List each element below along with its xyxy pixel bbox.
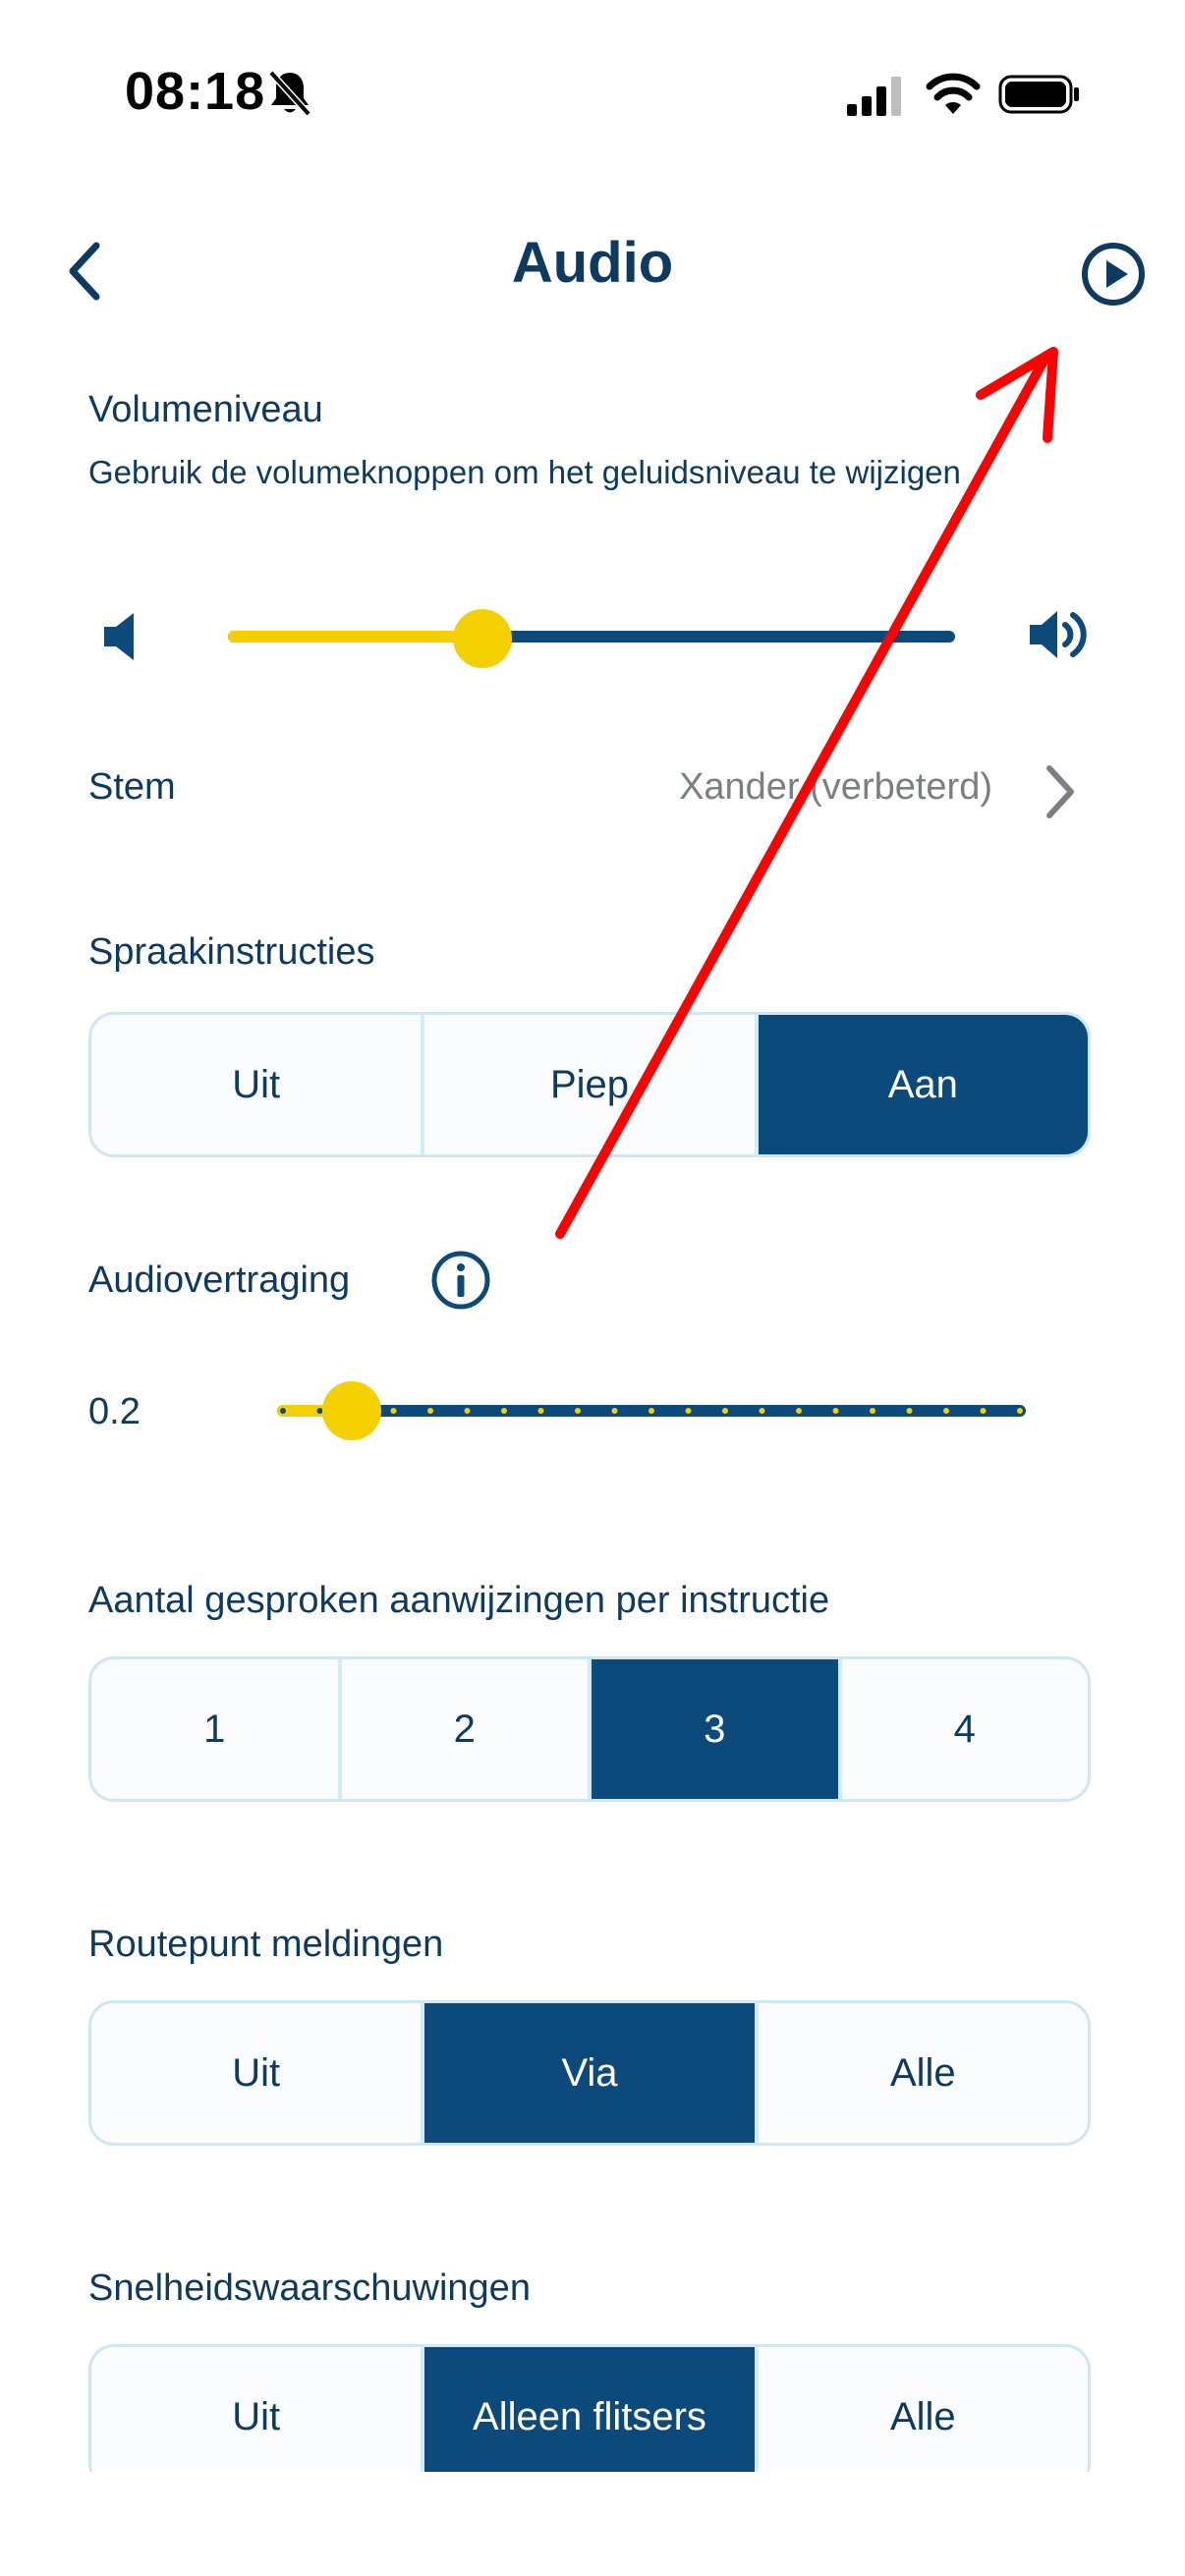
- routepunt-label: Routepunt meldingen: [88, 1924, 444, 1965]
- routepunt-option-3[interactable]: Alle: [759, 2003, 1088, 2143]
- spraakinstructies-option-1[interactable]: Uit: [91, 1015, 425, 1154]
- audiovertraging-tick: [464, 1408, 471, 1414]
- audiovertraging-ticks: [280, 1408, 1023, 1414]
- audiovertraging-tick: [575, 1408, 581, 1414]
- status-bar: 08:18: [0, 0, 1185, 196]
- stem-value: Xander (verbeterd): [679, 766, 992, 808]
- audiovertraging-tick: [906, 1408, 913, 1414]
- info-circle-icon[interactable]: [430, 1250, 491, 1311]
- routepunt-option-1[interactable]: Uit: [91, 2003, 425, 2143]
- play-circle-icon[interactable]: [1081, 242, 1146, 307]
- volume-fill: [228, 631, 482, 643]
- volume-thumb[interactable]: [453, 609, 512, 668]
- audiovertraging-tick: [501, 1408, 507, 1414]
- audiovertraging-tick: [280, 1408, 286, 1414]
- page-title: Audio: [511, 231, 674, 295]
- bell-slash-icon: [268, 70, 311, 117]
- aanwijzingen-control: 1234: [88, 1656, 1091, 1802]
- audiovertraging-tick: [649, 1408, 654, 1414]
- spraakinstructies-option-3[interactable]: Aan: [758, 1015, 1088, 1154]
- volume-slider[interactable]: [228, 609, 955, 668]
- audiovertraging-value: 0.2: [88, 1391, 141, 1432]
- wifi-icon: [926, 73, 981, 114]
- audiovertraging-tick: [722, 1408, 728, 1414]
- routepunt-control: Uit Via Alle: [88, 2000, 1091, 2146]
- speaker-high-icon: [1030, 611, 1087, 658]
- stem-row[interactable]: Stem Xander (verbeterd): [0, 756, 1185, 825]
- spraakinstructies-control: Uit Piep Aan: [88, 1012, 1091, 1157]
- audiovertraging-tick: [1017, 1408, 1023, 1414]
- snelheid-option-1[interactable]: Uit: [91, 2347, 425, 2487]
- routepunt-option-2[interactable]: Via: [424, 2003, 759, 2143]
- audiovertraging-tick: [870, 1408, 875, 1414]
- audiovertraging-tick: [980, 1408, 987, 1414]
- snelheid-control: Uit Alleen flitsers Alle: [88, 2344, 1091, 2490]
- bottom-fade: [0, 2472, 1185, 2576]
- audiovertraging-thumb[interactable]: [322, 1381, 381, 1440]
- audiovertraging-tick: [685, 1408, 692, 1414]
- speaker-low-icon: [104, 613, 134, 660]
- volume-description: Gebruik de volumeknoppen om het geluidsn…: [88, 454, 961, 490]
- spraakinstructies-label: Spraakinstructies: [88, 931, 375, 973]
- snelheid-option-2[interactable]: Alleen flitsers: [424, 2347, 759, 2487]
- audiovertraging-tick: [759, 1408, 765, 1414]
- chevron-right-icon: [1046, 765, 1074, 818]
- nav-bar: Audio: [0, 206, 1185, 324]
- volume-label: Volumeniveau: [88, 389, 323, 430]
- audiovertraging-slider[interactable]: [277, 1379, 1026, 1442]
- aanwijzingen-label: Aantal gesproken aanwijzingen per instru…: [88, 1580, 830, 1621]
- snelheid-label: Snelheidswaarschuwingen: [88, 2268, 531, 2309]
- stem-label: Stem: [88, 766, 176, 808]
- aanwijzingen-option-1[interactable]: 1: [91, 1659, 342, 1799]
- audiovertraging-tick: [390, 1408, 397, 1414]
- signal-icon: [847, 77, 901, 116]
- audiovertraging-label: Audiovertraging: [88, 1260, 351, 1301]
- aanwijzingen-option-3[interactable]: 3: [592, 1659, 842, 1799]
- audiovertraging-tick: [427, 1408, 433, 1414]
- audiovertraging-tick: [796, 1408, 802, 1414]
- audiovertraging-tick: [832, 1408, 839, 1414]
- status-time: 08:18: [125, 62, 266, 121]
- spraakinstructies-option-2[interactable]: Piep: [424, 1015, 759, 1154]
- battery-icon: [998, 75, 1079, 114]
- snelheid-option-3[interactable]: Alle: [759, 2347, 1088, 2487]
- audiovertraging-tick: [537, 1408, 544, 1414]
- aanwijzingen-option-2[interactable]: 2: [342, 1659, 592, 1799]
- audiovertraging-tick: [611, 1408, 618, 1414]
- aanwijzingen-option-4[interactable]: 4: [842, 1659, 1089, 1799]
- audiovertraging-tick: [943, 1408, 949, 1414]
